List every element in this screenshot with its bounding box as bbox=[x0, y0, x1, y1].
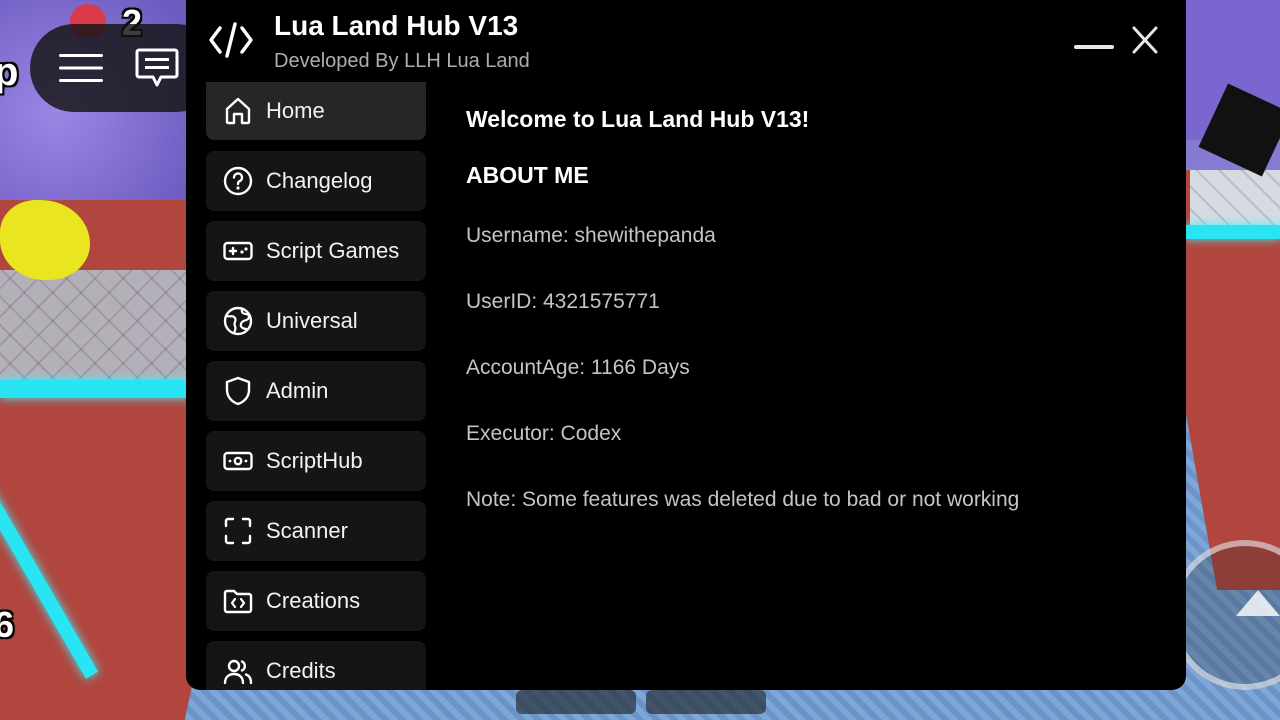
sidebar-item-label: Universal bbox=[266, 308, 358, 333]
username-text: Username: shewithepanda bbox=[466, 224, 716, 247]
sidebar-item-label: ScriptHub bbox=[266, 448, 363, 473]
sidebar-item-scripthub[interactable]: ScriptHub bbox=[206, 431, 426, 491]
sidebar-item-label: Creations bbox=[266, 588, 361, 613]
gamepad-icon bbox=[221, 234, 255, 268]
sidebar-item-label: Home bbox=[266, 98, 325, 123]
about-heading: ABOUT ME bbox=[466, 162, 589, 188]
hotbar-slot[interactable] bbox=[516, 690, 636, 714]
executor-text: Executor: Codex bbox=[466, 422, 622, 445]
close-icon bbox=[1132, 26, 1158, 54]
close-button[interactable] bbox=[1130, 24, 1160, 56]
sidebar-item-label: Scanner bbox=[266, 518, 348, 543]
tile-platform-right bbox=[1190, 170, 1280, 230]
window-title: Lua Land Hub V13 bbox=[274, 10, 519, 41]
userid-text: UserID: 4321575771 bbox=[466, 290, 660, 313]
window-subtitle: Developed By LLH Lua Land bbox=[274, 50, 530, 72]
sidebar-item-universal[interactable]: Universal bbox=[206, 291, 426, 351]
chat-bubble-icon[interactable] bbox=[134, 45, 180, 91]
cash-icon bbox=[221, 444, 255, 478]
sidebar-item-label: Script Games bbox=[266, 238, 400, 263]
scan-frame-icon bbox=[221, 514, 255, 548]
sidebar-item-label: Changelog bbox=[266, 168, 373, 193]
hud-text-fragment: p bbox=[0, 50, 19, 94]
shield-icon bbox=[221, 374, 255, 408]
sidebar-item-changelog[interactable]: Changelog bbox=[206, 151, 426, 211]
folder-code-icon bbox=[221, 584, 255, 618]
code-brackets-icon bbox=[208, 20, 254, 60]
hamburger-menu-icon[interactable] bbox=[58, 45, 104, 91]
sidebar-item-script-games[interactable]: Script Games bbox=[206, 221, 426, 281]
neon-edge-right bbox=[1185, 225, 1280, 239]
sidebar-item-home[interactable]: Home bbox=[206, 82, 426, 140]
hub-window: Lua Land Hub V13 Developed By LLH Lua La… bbox=[186, 0, 1186, 690]
minimize-button[interactable] bbox=[1072, 30, 1116, 64]
window-header[interactable]: Lua Land Hub V13 Developed By LLH Lua La… bbox=[186, 0, 1186, 90]
sidebar-item-admin[interactable]: Admin bbox=[206, 361, 426, 421]
sidebar-item-creations[interactable]: Creations bbox=[206, 571, 426, 631]
sidebar-item-scanner[interactable]: Scanner bbox=[206, 501, 426, 561]
account-age-text: AccountAge: 1166 Days bbox=[466, 356, 690, 379]
sidebar-item-label: Admin bbox=[266, 378, 329, 403]
question-circle-icon bbox=[221, 164, 255, 198]
sidebar-item-label: Credits bbox=[266, 658, 336, 683]
tile-platform bbox=[0, 270, 190, 380]
users-icon bbox=[221, 654, 255, 688]
globe-icon bbox=[221, 304, 255, 338]
home-icon bbox=[221, 94, 255, 128]
sidebar-item-credits[interactable]: Credits bbox=[206, 641, 426, 690]
hud-counter: 6 bbox=[0, 604, 15, 645]
note-text: Note: Some features was deleted due to b… bbox=[466, 488, 1020, 511]
welcome-heading: Welcome to Lua Land Hub V13! bbox=[466, 106, 810, 132]
hotbar-slot[interactable] bbox=[646, 690, 766, 714]
jump-arrow-icon bbox=[1236, 590, 1280, 616]
sidebar: Home Changelog Script Games Universal Ad… bbox=[206, 82, 426, 690]
neon-edge bbox=[0, 380, 190, 398]
